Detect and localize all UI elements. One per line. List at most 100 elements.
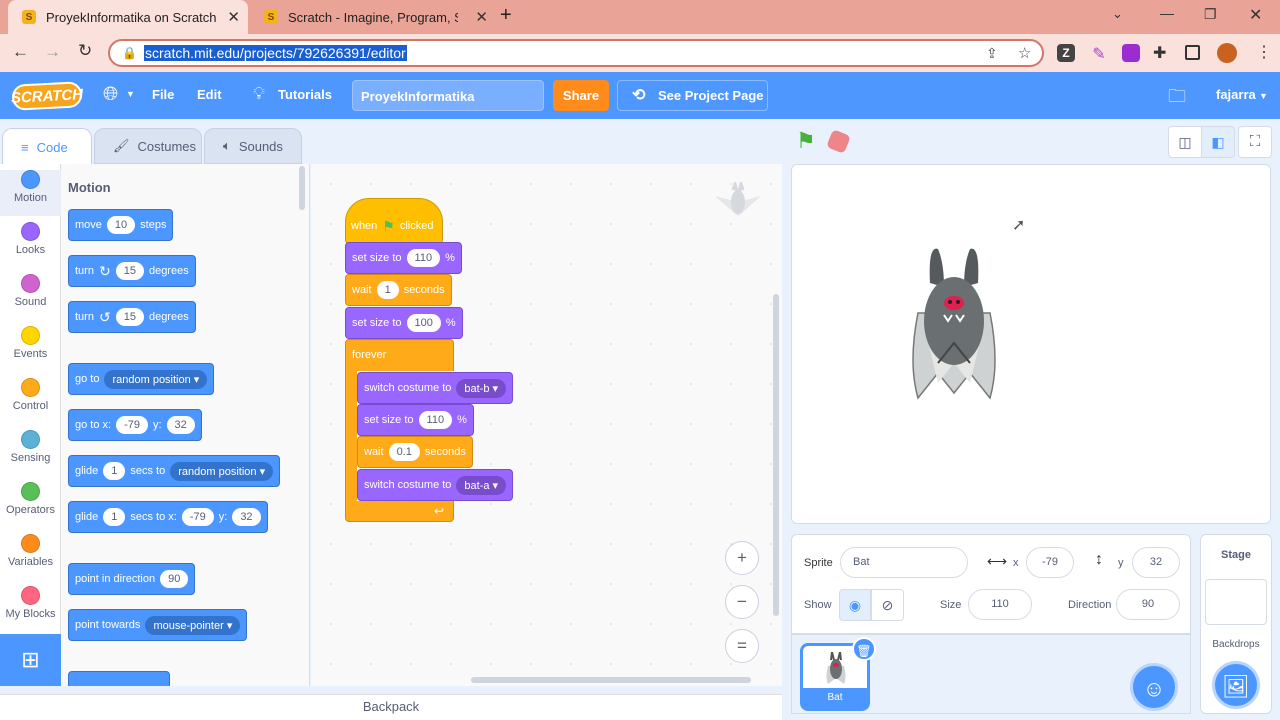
script-horizontal-scrollbar[interactable] — [471, 677, 751, 683]
large-stage-button[interactable]: ◧ — [1201, 126, 1235, 158]
hide-eye-slash-icon[interactable]: ⊘ — [871, 589, 904, 621]
extensions-puzzle-icon[interactable]: ✚ — [1153, 43, 1166, 63]
block-number-input[interactable]: 15 — [115, 308, 144, 326]
zoom-out-button[interactable]: − — [725, 585, 759, 619]
category-events[interactable]: Events — [0, 326, 61, 372]
category-looks[interactable]: Looks — [0, 222, 61, 268]
backpack[interactable]: Backpack — [0, 694, 782, 720]
palette-scrollbar[interactable] — [299, 166, 305, 210]
block-number-input[interactable]: 10 — [106, 216, 136, 234]
block-set-size[interactable]: set size to 110% — [345, 242, 462, 274]
y-field[interactable]: 32 — [1132, 547, 1180, 578]
sprite-name-field[interactable]: Bat — [840, 547, 968, 578]
block-go-to-xy[interactable]: go to x: -79 y: 32 — [68, 409, 202, 441]
close-window-icon[interactable]: ✕ — [1249, 5, 1262, 25]
chevron-down-icon[interactable]: ▼ — [1259, 91, 1268, 101]
block-glide-xy[interactable]: glide 1 secs to x: -79 y: 32 — [68, 501, 268, 533]
add-extension-button[interactable]: ⊞ — [0, 634, 61, 686]
scratch-logo[interactable]: SCRATCH — [10, 81, 84, 111]
tab-code[interactable]: ≡ Code — [2, 128, 92, 165]
extension-z-icon[interactable]: Z — [1057, 44, 1075, 62]
username-menu[interactable]: fajarra — [1216, 87, 1256, 102]
category-sensing[interactable]: Sensing — [0, 430, 61, 476]
x-field[interactable]: -79 — [1026, 547, 1074, 578]
block-turn-right[interactable]: turn ↻ 15 degrees — [68, 255, 196, 287]
block-switch-costume[interactable]: switch costume to bat-a — [357, 469, 514, 501]
direction-field[interactable]: 90 — [1116, 589, 1180, 620]
block-number-input[interactable]: 1 — [103, 462, 126, 480]
zoom-in-button[interactable]: + — [725, 541, 759, 575]
profile-avatar[interactable] — [1217, 43, 1237, 63]
category-variables[interactable]: Variables — [0, 534, 61, 580]
block-number-input[interactable]: 32 — [232, 508, 261, 526]
fullscreen-icon[interactable]: ⛶ — [1238, 126, 1272, 158]
block-number-input[interactable]: 1 — [103, 508, 126, 526]
block-number-input[interactable]: 90 — [160, 570, 189, 588]
see-project-page-button[interactable]: ⟲ See Project Page — [617, 80, 768, 111]
block-go-to[interactable]: go to random position — [68, 363, 215, 395]
block-number-input[interactable]: 100 — [406, 314, 441, 332]
close-tab-icon[interactable]: ✕ — [475, 8, 488, 26]
show-visible-eye-icon[interactable]: ◉ — [839, 589, 871, 621]
language-globe-icon[interactable]: 🌐︎ — [103, 84, 118, 106]
side-panel-icon[interactable] — [1185, 45, 1200, 60]
bat-sprite[interactable] — [908, 243, 1000, 403]
block-point-in-direction[interactable]: point in direction 90 — [68, 563, 196, 595]
category-my-blocks[interactable]: My Blocks — [0, 586, 61, 632]
new-tab-icon[interactable]: + — [500, 4, 512, 27]
tab-search-icon[interactable]: ⌄ — [1112, 6, 1123, 22]
reload-icon[interactable]: ↻ — [78, 41, 92, 61]
minimize-icon[interactable]: — — [1160, 5, 1174, 21]
block-dropdown[interactable]: random position — [104, 369, 208, 389]
block-switch-costume[interactable]: switch costume to bat-b — [357, 372, 514, 404]
script-area[interactable]: when ⚑ clicked set size to 110% wait 1 second… — [311, 164, 782, 686]
script-vertical-scrollbar[interactable] — [773, 294, 779, 616]
block-when-flag-clicked[interactable]: when ⚑ clicked — [345, 210, 439, 242]
block-dropdown[interactable]: mouse-pointer — [145, 615, 241, 635]
block-dropdown[interactable]: random position — [170, 461, 274, 481]
browser-menu-icon[interactable]: ⋮ — [1256, 42, 1272, 62]
block-wait[interactable]: wait 0.1 seconds — [357, 436, 473, 468]
zoom-reset-button[interactable]: = — [725, 629, 759, 663]
block-wait[interactable]: wait 1 seconds — [345, 274, 452, 306]
block-set-size[interactable]: set size to 110% — [357, 404, 474, 436]
category-operators[interactable]: Operators — [0, 482, 61, 528]
green-flag-icon[interactable]: ⚑ — [796, 128, 816, 154]
block-number-input[interactable]: 1 — [376, 281, 399, 299]
size-field[interactable]: 110 — [968, 589, 1032, 620]
category-motion[interactable]: Motion — [0, 170, 61, 216]
block-number-input[interactable]: -79 — [116, 416, 148, 434]
category-sound[interactable]: Sound — [0, 274, 61, 320]
small-stage-button[interactable]: ◫ — [1168, 126, 1202, 158]
stage[interactable]: ➚ — [791, 164, 1271, 524]
browser-tab-active[interactable]: S ProyekInformatika on Scratch ✕ — [8, 0, 248, 34]
extension-pen-icon[interactable]: ✎ — [1090, 44, 1108, 63]
block-turn-left[interactable]: turn ↺ 15 degrees — [68, 301, 196, 333]
block-number-input[interactable]: 15 — [115, 262, 144, 280]
chevron-down-icon[interactable]: ▼ — [126, 89, 135, 99]
share-button[interactable]: Share — [553, 80, 609, 111]
block-partial[interactable] — [68, 671, 170, 686]
category-control[interactable]: Control — [0, 378, 61, 424]
close-tab-icon[interactable]: ✕ — [227, 8, 240, 26]
tab-sounds[interactable]: 🔈︎ Sounds — [204, 128, 302, 164]
block-number-input[interactable]: 32 — [166, 416, 195, 434]
bookmark-star-icon[interactable]: ☆ — [1018, 44, 1031, 62]
block-number-input[interactable]: 110 — [406, 249, 441, 267]
choose-backdrop-image-icon[interactable]: 🖼︎ — [1212, 661, 1260, 709]
project-title-input[interactable]: ProyekInformatika — [352, 80, 544, 111]
url-bar[interactable]: 🔒 scratch.mit.edu/projects/792626391/edi… — [108, 39, 1044, 67]
menu-edit[interactable]: Edit — [197, 87, 222, 102]
back-icon[interactable]: ← — [12, 42, 29, 62]
block-glide[interactable]: glide 1 secs to random position — [68, 455, 281, 487]
stop-sign-icon[interactable] — [826, 129, 851, 154]
delete-sprite-trash-icon[interactable]: 🗑︎ — [852, 637, 876, 661]
block-number-input[interactable]: 0.1 — [388, 443, 420, 461]
stage-target-pane[interactable]: Stage Backdrops 🖼︎ — [1200, 534, 1272, 714]
block-dropdown[interactable]: bat-a — [456, 475, 507, 495]
share-page-icon[interactable]: ⇪ — [986, 45, 998, 62]
forward-icon[interactable]: → — [44, 42, 61, 62]
block-set-size[interactable]: set size to 100% — [345, 307, 463, 339]
block-move-steps[interactable]: move 10 steps — [68, 209, 174, 241]
extension-purple-icon[interactable] — [1122, 44, 1140, 62]
